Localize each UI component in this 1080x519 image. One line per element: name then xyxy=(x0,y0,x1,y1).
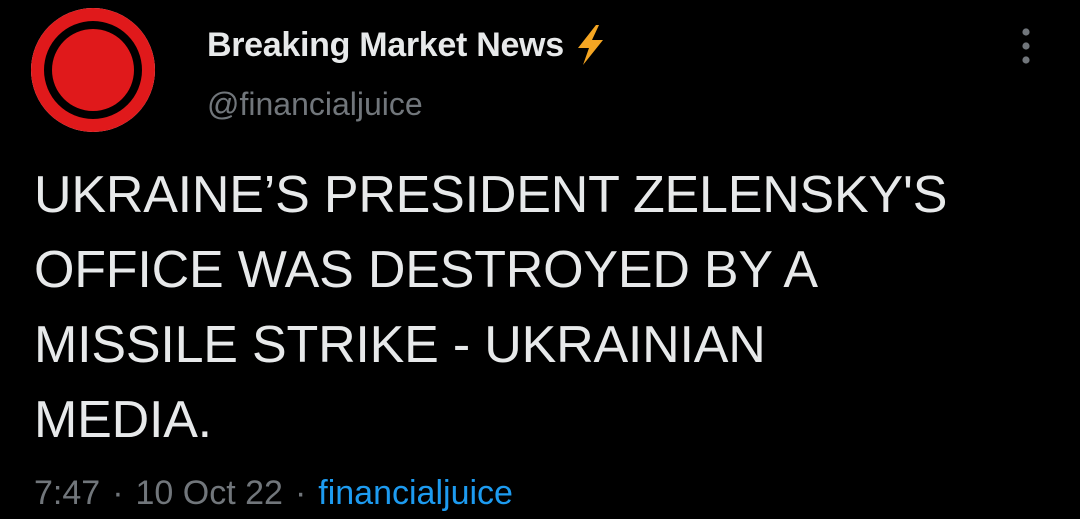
more-vertical-icon xyxy=(1022,28,1030,64)
meta-separator: · xyxy=(294,473,307,512)
author-name-row[interactable]: Breaking Market News xyxy=(207,22,610,68)
red-circle-record-icon xyxy=(31,8,155,132)
author-handle[interactable]: @financialjuice xyxy=(207,86,423,123)
tweet-text: UKRAINE’S PRESIDENT ZELENSKY'S OFFICE WA… xyxy=(34,166,948,449)
meta-separator: · xyxy=(112,473,124,512)
tweet-source-link[interactable]: financialjuice xyxy=(318,474,513,513)
author-display-name[interactable]: Breaking Market News xyxy=(207,26,564,65)
tweet-card: Breaking Market News @financialjuice UKR… xyxy=(0,0,1080,519)
tweet-meta: 7:47 · 10 Oct 22 · financialjuice xyxy=(34,470,513,516)
more-options-button[interactable] xyxy=(1004,22,1048,70)
tweet-time[interactable]: 7:47 xyxy=(34,474,100,513)
avatar[interactable] xyxy=(31,8,155,132)
lightning-bolt-icon xyxy=(570,23,610,67)
tweet-date[interactable]: 10 Oct 22 xyxy=(136,474,283,513)
